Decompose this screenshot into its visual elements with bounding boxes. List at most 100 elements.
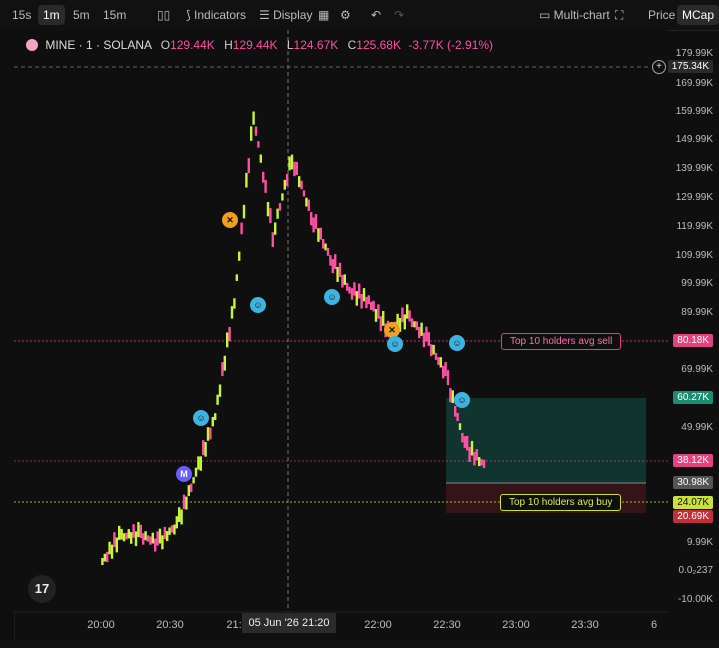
time-label: 22:30 [433,619,461,631]
candle [466,435,469,451]
trader-marker-icon[interactable]: ☺ [250,297,266,313]
candle [367,295,370,305]
candle [199,456,202,471]
candle [211,416,214,427]
tf-1m[interactable]: 1m [38,5,65,25]
avg-buy-price-tag: 24.07K [673,496,713,509]
trader-marker-icon[interactable]: ☺ [454,392,470,408]
low-key: L [286,38,294,52]
undo-icon[interactable]: ↶ [371,5,381,25]
stop-loss-price-tag: 20.69K [673,510,713,523]
candle [434,352,438,360]
avg-buy-label: Top 10 holders avg buy [500,494,622,511]
candle [420,322,423,336]
candle [350,288,354,300]
display-icon: ☰ [259,8,274,22]
candle [302,190,306,197]
candle [134,531,138,547]
candle [343,274,346,285]
candle [444,362,447,377]
trader-marker-icon[interactable]: ☺ [387,336,403,352]
time-label: 20:30 [156,619,184,631]
time-label: 23:00 [502,619,530,631]
candle [427,332,430,346]
candle [180,509,183,525]
multichart-button[interactable]: ▭ Multi-chart [539,5,610,25]
migration-marker-icon[interactable]: M [176,466,192,482]
close-key: C [347,38,357,52]
candle [478,457,481,467]
candle [216,394,219,405]
candle [247,158,250,174]
trader-marker-icon[interactable]: ☺ [193,410,209,426]
indicators-label: Indicators [194,8,247,22]
trader-marker-icon[interactable]: ☺ [449,335,465,351]
candle [480,459,483,466]
candle [106,551,109,563]
close-value: 125.68K [356,38,401,52]
candle [125,532,128,540]
candle [355,291,358,306]
candle [175,516,178,529]
y-label: 49.99K [681,422,713,433]
candle [415,321,418,331]
candle [266,201,270,217]
time-label: 23:30 [571,619,599,631]
candle [242,204,246,219]
candle [353,282,356,296]
trader-marker-icon[interactable]: ☺ [324,289,340,305]
display-button[interactable]: ☰ Display [259,5,312,25]
tf-15s[interactable]: 15s [12,5,31,25]
y-label: -10.00K [677,594,713,605]
mcap-tab[interactable]: MCap [677,5,719,25]
current-price-tag: 38.12K [673,454,713,467]
candle [449,388,452,403]
candle [439,357,442,368]
candle [166,531,169,542]
candle [454,406,457,417]
indicators-button[interactable]: ⟆ Indicators [186,5,246,25]
calendar-icon[interactable]: ▦ [318,5,329,25]
candle [158,528,162,544]
candle [408,310,411,322]
tf-5m[interactable]: 5m [73,5,90,25]
tf-15m[interactable]: 15m [103,5,126,25]
candle [202,440,205,456]
candle [422,332,426,348]
candle [170,525,174,533]
candle [226,332,229,348]
candle [418,327,421,339]
candle [295,161,298,175]
candle [379,316,382,332]
time-label: 22:00 [364,619,392,631]
chart-toolbar: 15s 1m 5m 15m ▯▯ ⟆ Indicators ☰ Display … [0,0,719,31]
candle [118,525,121,540]
candle [360,293,363,309]
fullscreen-icon[interactable]: ⛶ [615,5,623,25]
crosshair-time-label: 05 Jun '26 21:20 [242,613,336,633]
y-label: 99.99K [681,278,713,289]
candle [214,413,217,420]
candle [346,282,349,291]
candle [154,538,157,552]
add-alert-icon[interactable]: + [652,60,666,74]
candle [108,541,111,555]
candle [290,154,294,170]
y-label: 169.99K [675,78,713,89]
high-key: H [224,38,233,52]
candle [305,197,308,207]
dev-sell-marker-icon[interactable]: ✕ [222,212,238,228]
multichart-icon: ▭ [539,8,554,22]
tradingview-logo-icon[interactable]: 17 [28,575,56,603]
candle [223,355,226,371]
y-label: 119.99K [676,221,713,232]
candle [204,441,207,457]
redo-icon[interactable]: ↷ [394,5,404,25]
candle-type-icon[interactable]: ▯▯ [157,5,170,25]
candle [110,544,114,559]
candle [122,533,126,542]
candle [442,365,445,379]
settings-gear-icon[interactable]: ⚙ [340,5,351,25]
candle [257,141,260,148]
price-tab[interactable]: Price [648,5,675,25]
